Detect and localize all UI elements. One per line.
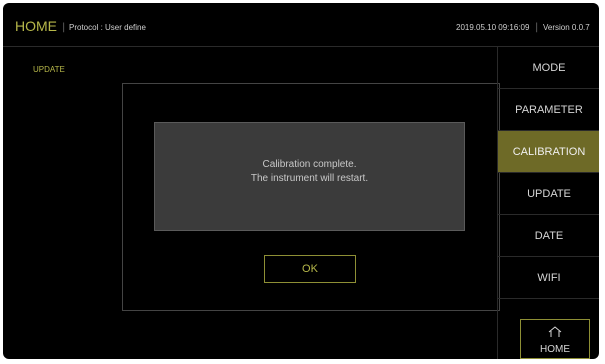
section-title: UPDATE [33,65,65,74]
home-title[interactable]: HOME [15,18,57,34]
sidebar-item-mode[interactable]: MODE [498,47,599,89]
sidebar-item-parameter[interactable]: PARAMETER [498,89,599,131]
header-bar: HOME | Protocol : User define 2019.05.10… [3,3,599,47]
device-screen: HOME | Protocol : User define 2019.05.10… [3,3,599,359]
message-box: Calibration complete. The instrument wil… [154,122,465,231]
header-separator: | [62,22,66,33]
message-line-1: Calibration complete. [262,159,357,170]
home-button-label: HOME [540,344,570,355]
sidebar-item-update[interactable]: UPDATE [498,173,599,215]
home-icon [548,326,562,337]
sidebar-menu: MODE PARAMETER CALIBRATION UPDATE DATE W… [497,47,599,359]
sidebar-item-calibration[interactable]: CALIBRATION [498,131,599,173]
ok-button[interactable]: OK [264,255,356,283]
message-line-2: The instrument will restart. [250,173,369,184]
header-separator: | [535,22,539,33]
home-button[interactable]: HOME [520,319,590,359]
version-label: Version 0.0.7 [543,23,590,32]
datetime-label: 2019.05.10 09:16:09 [456,23,530,32]
sidebar-item-date[interactable]: DATE [498,215,599,257]
protocol-label: Protocol : User define [69,23,146,32]
sidebar-item-wifi[interactable]: WIFI [498,257,599,299]
